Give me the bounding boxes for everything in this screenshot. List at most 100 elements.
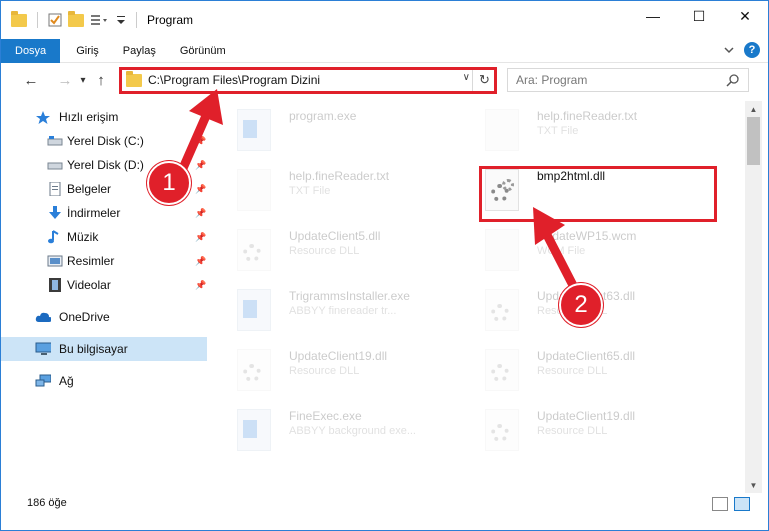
help-icon[interactable]: ? [744,42,760,58]
gear-icon [491,424,509,442]
sidebar-item-downloads[interactable]: İndirmeler 📌 [1,201,207,225]
sidebar-item-local-disk-c[interactable]: Yerel Disk (C:) 📌 [1,129,207,153]
tab-giris[interactable]: Giriş [64,39,111,63]
sidebar-item-label: Müzik [67,230,99,244]
quick-access-dropdown-icon[interactable] [116,13,126,27]
quick-access-toolbar [1,10,141,28]
scroll-down-arrow-icon[interactable]: ▼ [745,477,762,493]
pin-icon[interactable]: 📌 [195,160,206,171]
title-bar: Program — ☐ ✕ [1,1,768,39]
ribbon-right-controls: ? [724,42,760,58]
tab-gorunum[interactable]: Görünüm [168,39,238,63]
pin-icon[interactable]: 📌 [195,280,206,291]
file-name: UpdateClient65.dll [537,349,636,363]
pin-icon[interactable]: 📌 [195,136,206,147]
properties-icon[interactable] [48,13,62,27]
file-item[interactable]: UpdateClient65.dll Resource DLL [465,341,705,395]
scroll-up-arrow-icon[interactable]: ▲ [745,101,762,117]
address-highlight-box [119,67,497,94]
txt-icon [485,229,519,271]
computer-icon [35,342,51,355]
file-highlight-box [479,166,717,222]
pin-icon[interactable]: 📌 [195,256,206,267]
network-icon [35,374,51,387]
file-type: TXT File [537,125,579,137]
folder-icon [11,10,27,27]
window-controls: — ☐ ✕ [630,1,768,31]
forward-button[interactable]: → [53,68,77,92]
drive-icon [47,136,63,146]
new-folder-icon[interactable] [68,10,84,27]
file-name: UpdateClient19.dll [537,409,636,423]
sidebar-item-music[interactable]: Müzik 📌 [1,225,207,249]
documents-icon [49,182,61,196]
up-button[interactable]: ↑ [89,68,113,92]
file-type: TXT File [289,185,331,197]
file-name: program.exe [289,109,357,123]
file-item[interactable]: UpdateClient19.dll Resource DLL [217,341,457,395]
download-icon [49,206,61,219]
file-name: help.fineReader.txt [537,109,638,123]
dll-icon [485,349,519,391]
close-button[interactable]: ✕ [722,1,768,31]
pictures-icon [47,255,63,267]
tab-paylas[interactable]: Paylaş [111,39,168,63]
file-item[interactable]: UpdateWP15.wcm WCM File [465,221,705,275]
sidebar-item-videos[interactable]: Videolar 📌 [1,273,207,297]
customize-toolbar-icon[interactable] [90,13,110,27]
sidebar-item-label: İndirmeler [67,206,121,220]
file-item[interactable]: help.fineReader.txt TXT File [465,101,705,155]
file-name: FineExec.exe [289,409,362,423]
sidebar-item-pictures[interactable]: Resimler 📌 [1,249,207,273]
sidebar-item-label: Videolar [67,278,111,292]
file-name: UpdateClient19.dll [289,349,388,363]
item-count: 186 öğe [27,497,67,509]
expand-ribbon-icon[interactable] [724,45,734,55]
maximize-button[interactable]: ☐ [676,1,722,31]
divider [37,12,38,28]
pin-icon[interactable]: 📌 [195,184,206,195]
tiles-view-icon[interactable] [734,497,750,511]
status-bar: 186 öğe [1,493,768,530]
tab-dosya[interactable]: Dosya [1,38,61,63]
file-type: Resource DLL [537,425,608,437]
pin-icon[interactable]: 📌 [195,232,206,243]
gear-icon [491,364,509,382]
file-type: ABBYY background exe... [289,425,416,437]
window-title: Program [147,13,194,27]
file-explorer-window: Program — ☐ ✕ Dosya Giriş Paylaş Görünüm… [0,0,769,531]
file-item[interactable]: UpdateClient19.dll Resource DLL [465,401,705,455]
dll-icon [485,409,519,451]
dll-icon [485,289,519,331]
dll-icon [237,229,271,271]
sidebar-item-this-pc[interactable]: Bu bilgisayar [1,337,207,361]
sidebar-item-quick-access[interactable]: Hızlı erişim [1,105,207,129]
details-view-icon[interactable] [712,497,728,511]
file-name: UpdateClient5.dll [289,229,381,243]
search-icon[interactable] [726,73,740,87]
sidebar-item-onedrive[interactable]: OneDrive [1,305,207,329]
ribbon-tabs: Dosya Giriş Paylaş Görünüm ? [1,38,768,63]
sidebar-item-label: Hızlı erişim [59,110,119,124]
dll-icon [237,349,271,391]
vertical-scrollbar[interactable]: ▲ ▼ [745,101,762,493]
search-placeholder: Ara: Program [516,73,588,87]
sidebar-item-label: OneDrive [59,310,110,324]
file-item[interactable]: UpdateClient5.dll Resource DLL [217,221,457,275]
exe-icon [237,409,271,451]
file-item[interactable]: help.fineReader.txt TXT File [217,161,457,215]
recent-locations-button[interactable]: ▾ [77,68,89,92]
minimize-button[interactable]: — [630,1,676,31]
file-name: TrigrammsInstaller.exe [289,289,410,303]
file-item[interactable]: TrigrammsInstaller.exe ABBYY finereader … [217,281,457,335]
file-item[interactable]: program.exe [217,101,457,155]
sidebar-item-network[interactable]: Ağ [1,369,207,393]
file-item[interactable]: FineExec.exe ABBYY background exe... [217,401,457,455]
pin-icon[interactable]: 📌 [195,208,206,219]
gear-icon [491,304,509,322]
drive-icon [47,162,63,170]
scrollbar-thumb[interactable] [747,117,760,165]
sidebar-item-label: Yerel Disk (C:) [67,134,144,148]
back-button[interactable]: ← [19,68,43,92]
search-box[interactable]: Ara: Program [507,68,749,92]
